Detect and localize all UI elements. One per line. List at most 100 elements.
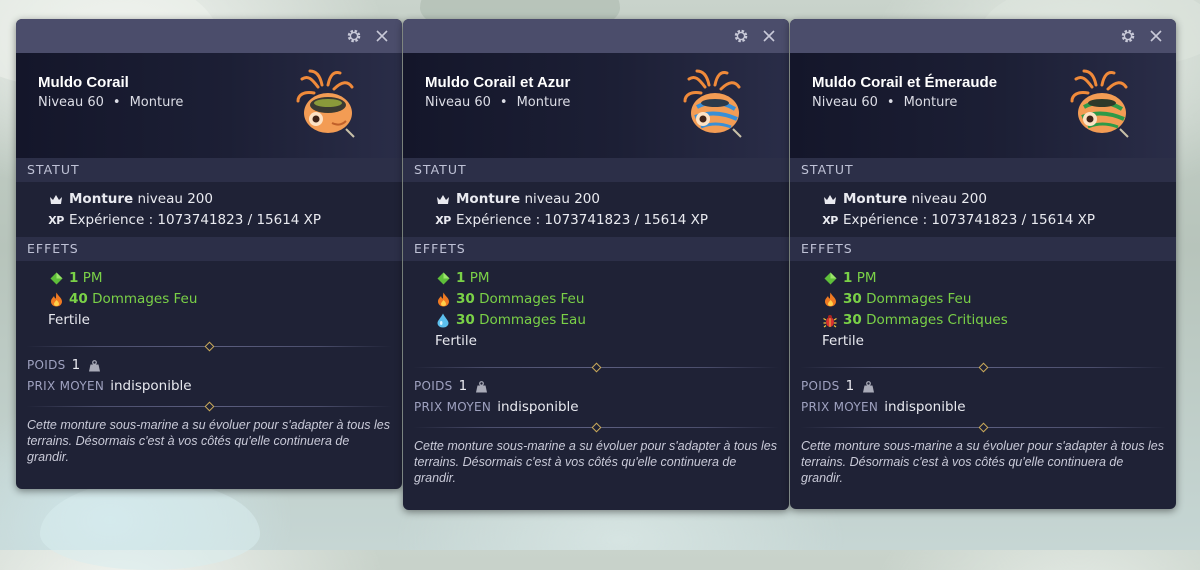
poids-label: POIDS <box>801 379 840 393</box>
xp-icon: XP <box>435 214 451 227</box>
pm-diamond-icon <box>435 271 451 287</box>
xp-icon: XP <box>822 214 838 227</box>
effect-row: 40 Dommages Feu <box>16 289 402 310</box>
crown-icon <box>822 192 838 208</box>
muldo-mount-image <box>1062 67 1138 143</box>
card-titlebar <box>403 19 789 53</box>
meta-section: POIDS 1 PRIX MOYEN indisponible <box>790 376 1176 418</box>
section-header-effets: EFFETS <box>16 237 402 261</box>
mount-level: niveau 200 <box>524 191 601 207</box>
muldo-mount-image <box>288 67 364 143</box>
price-row: PRIX MOYEN indisponible <box>414 397 778 418</box>
item-tooltip-card-1: Muldo Corail Niveau 60 • Monture STATUT Mo… <box>16 19 402 489</box>
separator-dot: • <box>499 95 508 110</box>
effect-label: PM <box>469 270 490 286</box>
critical-bug-icon <box>822 313 838 329</box>
fertile-text: Fertile <box>48 312 90 328</box>
section-header-effets: EFFETS <box>790 237 1176 261</box>
card-titlebar <box>790 19 1176 53</box>
weight-icon <box>86 358 102 374</box>
effect-label: PM <box>82 270 103 286</box>
xp-icon: XP <box>48 214 64 227</box>
poids-value: 1 <box>845 378 855 394</box>
crown-icon <box>48 192 64 208</box>
ornament-divider <box>16 397 402 415</box>
separator-dot: • <box>112 95 121 110</box>
experience-row: XP Expérience : 1073741823 / 15614 XP <box>16 210 402 231</box>
background-leaf <box>40 480 260 570</box>
item-name: Muldo Corail et Émeraude <box>812 74 998 91</box>
effets-section: 1 PM 30 Dommages Feu 30 Dommages Eau Fer… <box>403 261 789 358</box>
effect-label: Dommages Feu <box>479 291 585 307</box>
item-header: Muldo Corail et Azur Niveau 60 • Monture <box>403 53 789 158</box>
item-type: Monture <box>516 95 571 110</box>
item-type: Monture <box>903 95 958 110</box>
effect-row: 1 PM <box>403 268 789 289</box>
effect-row: 1 PM <box>16 268 402 289</box>
weight-icon <box>860 379 876 395</box>
close-icon[interactable] <box>370 19 394 53</box>
gear-icon[interactable] <box>729 19 753 53</box>
experience-text: Expérience : 1073741823 / 15614 XP <box>456 212 709 228</box>
effect-value: 1 <box>69 270 79 286</box>
card-titlebar <box>16 19 402 53</box>
item-subtitle: Niveau 60 • Monture <box>425 95 570 110</box>
ornament-divider <box>790 358 1176 376</box>
prix-label: PRIX MOYEN <box>801 400 879 414</box>
crown-icon <box>435 192 451 208</box>
effect-value: 1 <box>843 270 853 286</box>
experience-row: XP Expérience : 1073741823 / 15614 XP <box>790 210 1176 231</box>
item-subtitle: Niveau 60 • Monture <box>38 95 183 110</box>
effect-value: 30 <box>843 312 862 328</box>
item-header: Muldo Corail et Émeraude Niveau 60 • Montu… <box>790 53 1176 158</box>
item-level: Niveau 60 <box>425 95 491 110</box>
water-drop-icon <box>435 313 451 329</box>
close-icon[interactable] <box>757 19 781 53</box>
item-name: Muldo Corail <box>38 74 129 91</box>
experience-text: Expérience : 1073741823 / 15614 XP <box>843 212 1096 228</box>
effect-label: PM <box>856 270 877 286</box>
pm-diamond-icon <box>822 271 838 287</box>
ornament-divider <box>403 358 789 376</box>
effect-label: Dommages Critiques <box>866 312 1008 328</box>
mount-level: niveau 200 <box>911 191 988 207</box>
weight-icon <box>473 379 489 395</box>
statut-section: Monture niveau 200 XP Expérience : 10737… <box>16 182 402 237</box>
item-level: Niveau 60 <box>38 95 104 110</box>
section-header-effets: EFFETS <box>403 237 789 261</box>
effect-value: 30 <box>456 312 475 328</box>
prix-label: PRIX MOYEN <box>414 400 492 414</box>
prix-value: indisponible <box>884 399 966 415</box>
section-header-statut: STATUT <box>790 158 1176 182</box>
gear-icon[interactable] <box>342 19 366 53</box>
effect-label: Dommages Feu <box>866 291 972 307</box>
gear-icon[interactable] <box>1116 19 1140 53</box>
poids-value: 1 <box>71 357 81 373</box>
fertile-text: Fertile <box>822 333 864 349</box>
item-type: Monture <box>129 95 184 110</box>
ornament-divider <box>16 337 402 355</box>
close-icon[interactable] <box>1144 19 1168 53</box>
ornament-divider <box>403 418 789 436</box>
statut-section: Monture niveau 200 XP Expérience : 10737… <box>790 182 1176 237</box>
poids-value: 1 <box>458 378 468 394</box>
effets-section: 1 PM 30 Dommages Feu 30 Dommages Critiqu… <box>790 261 1176 358</box>
prix-value: indisponible <box>110 378 192 394</box>
effets-section: 1 PM 40 Dommages Feu Fertile <box>16 261 402 337</box>
fire-icon <box>822 292 838 308</box>
mount-status-row: Monture niveau 200 <box>16 189 402 210</box>
separator-dot: • <box>886 95 895 110</box>
item-header: Muldo Corail Niveau 60 • Monture <box>16 53 402 158</box>
effect-row: 30 Dommages Critiques <box>790 310 1176 331</box>
fire-icon <box>435 292 451 308</box>
experience-row: XP Expérience : 1073741823 / 15614 XP <box>403 210 789 231</box>
effect-value: 30 <box>843 291 862 307</box>
item-subtitle: Niveau 60 • Monture <box>812 95 957 110</box>
statut-section: Monture niveau 200 XP Expérience : 10737… <box>403 182 789 237</box>
section-header-statut: STATUT <box>16 158 402 182</box>
experience-text: Expérience : 1073741823 / 15614 XP <box>69 212 322 228</box>
item-description: Cette monture sous-marine a su évoluer p… <box>801 439 1164 485</box>
effect-row: 30 Dommages Feu <box>403 289 789 310</box>
pm-diamond-icon <box>48 271 64 287</box>
item-tooltip-card-3: Muldo Corail et Émeraude Niveau 60 • Montu… <box>790 19 1176 509</box>
